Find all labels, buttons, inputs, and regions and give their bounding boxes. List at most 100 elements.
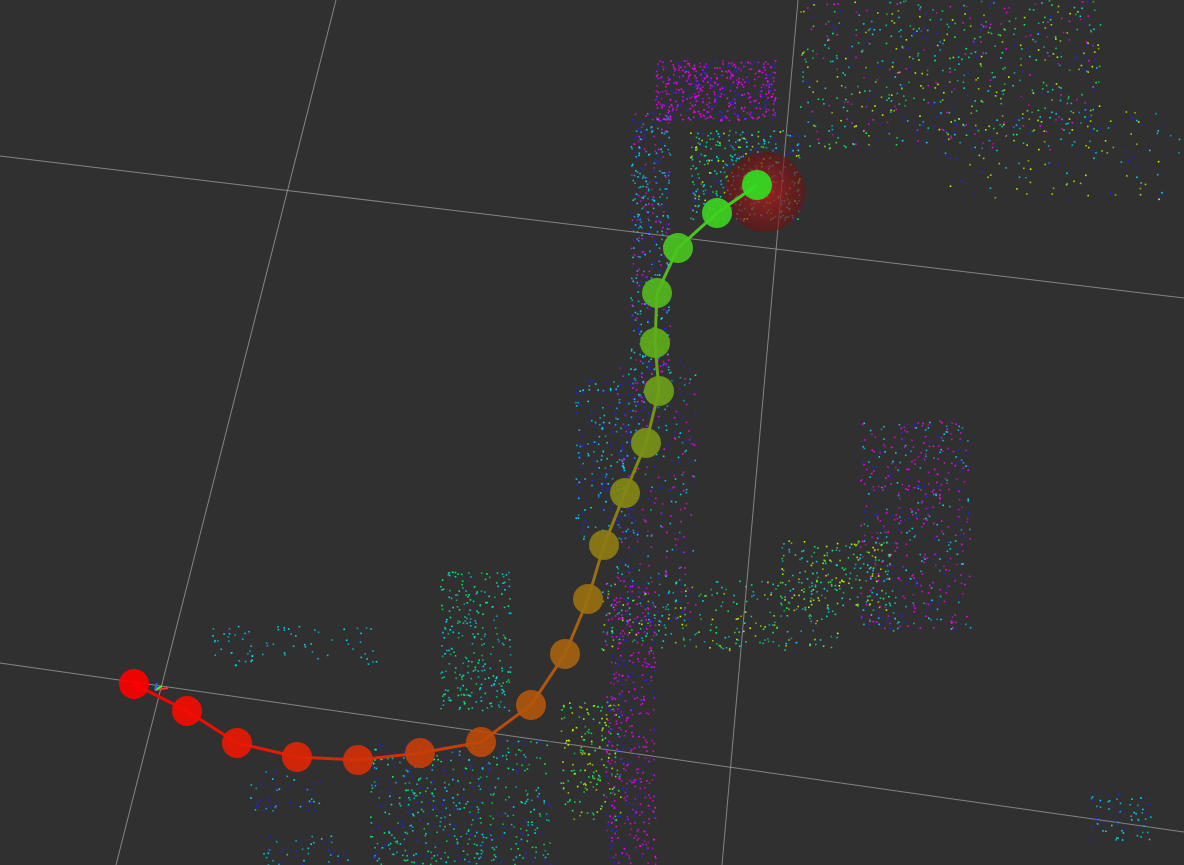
point — [694, 75, 696, 77]
point — [657, 420, 659, 423]
point — [759, 108, 761, 110]
point — [464, 858, 466, 861]
point — [623, 843, 625, 846]
point — [460, 573, 463, 576]
point — [500, 862, 502, 864]
point — [696, 80, 698, 82]
point — [715, 95, 718, 98]
point — [715, 144, 717, 146]
point — [750, 149, 752, 151]
point — [746, 112, 749, 114]
point — [732, 73, 734, 76]
point — [651, 739, 654, 742]
point — [1002, 93, 1005, 96]
point — [865, 31, 867, 34]
point — [647, 713, 650, 715]
point — [642, 852, 644, 855]
point — [962, 467, 965, 469]
point — [615, 723, 618, 725]
point — [503, 826, 506, 828]
point — [653, 162, 656, 165]
point — [612, 600, 615, 603]
point — [647, 118, 649, 121]
point — [867, 599, 869, 602]
point — [695, 84, 698, 87]
point — [889, 111, 892, 113]
point — [738, 119, 740, 121]
point — [406, 859, 409, 861]
point — [869, 476, 871, 478]
point — [982, 142, 984, 144]
point — [698, 204, 700, 207]
point — [844, 86, 847, 89]
point — [667, 608, 670, 611]
point — [662, 156, 665, 158]
point — [685, 590, 687, 592]
point — [444, 851, 446, 854]
point — [767, 87, 770, 89]
point — [588, 388, 590, 391]
point — [935, 81, 937, 84]
point — [506, 758, 508, 760]
point — [738, 81, 740, 83]
point — [925, 608, 927, 611]
point — [932, 581, 934, 584]
point — [827, 581, 830, 584]
point — [613, 683, 615, 685]
point — [701, 97, 704, 100]
point — [594, 421, 597, 424]
point — [618, 537, 620, 539]
point — [462, 850, 465, 852]
point — [925, 13, 927, 15]
point — [467, 671, 469, 674]
point — [940, 18, 942, 21]
point — [770, 66, 772, 69]
point — [770, 96, 772, 98]
point — [944, 477, 946, 480]
point — [626, 609, 629, 612]
point — [894, 76, 897, 78]
point — [1087, 125, 1089, 128]
point — [1037, 109, 1040, 112]
point — [660, 148, 662, 151]
point — [442, 631, 444, 634]
point — [657, 91, 660, 94]
point — [634, 798, 636, 800]
point — [678, 65, 680, 68]
point — [651, 690, 654, 693]
point — [992, 143, 994, 145]
point — [864, 534, 866, 537]
point — [938, 128, 941, 131]
point — [480, 638, 483, 640]
point — [675, 88, 678, 91]
point — [641, 637, 643, 639]
point — [643, 821, 645, 824]
point — [694, 194, 697, 197]
point — [430, 851, 432, 854]
point — [647, 211, 649, 214]
point — [675, 410, 678, 413]
point — [627, 507, 629, 510]
point — [452, 798, 455, 801]
point — [915, 579, 917, 582]
point — [665, 424, 667, 427]
point — [497, 585, 499, 588]
point — [664, 66, 667, 69]
point — [743, 630, 745, 633]
3d-viewport[interactable] — [0, 0, 1184, 865]
point — [895, 466, 897, 469]
point — [666, 593, 668, 596]
point — [888, 555, 891, 558]
point — [845, 98, 847, 101]
point — [930, 424, 932, 427]
point — [899, 461, 902, 464]
point — [720, 118, 722, 121]
point — [543, 843, 545, 846]
point — [721, 601, 724, 604]
point — [376, 859, 379, 862]
point — [646, 628, 648, 630]
point — [651, 118, 654, 121]
point — [906, 431, 909, 433]
point — [630, 368, 632, 370]
point — [635, 768, 638, 771]
